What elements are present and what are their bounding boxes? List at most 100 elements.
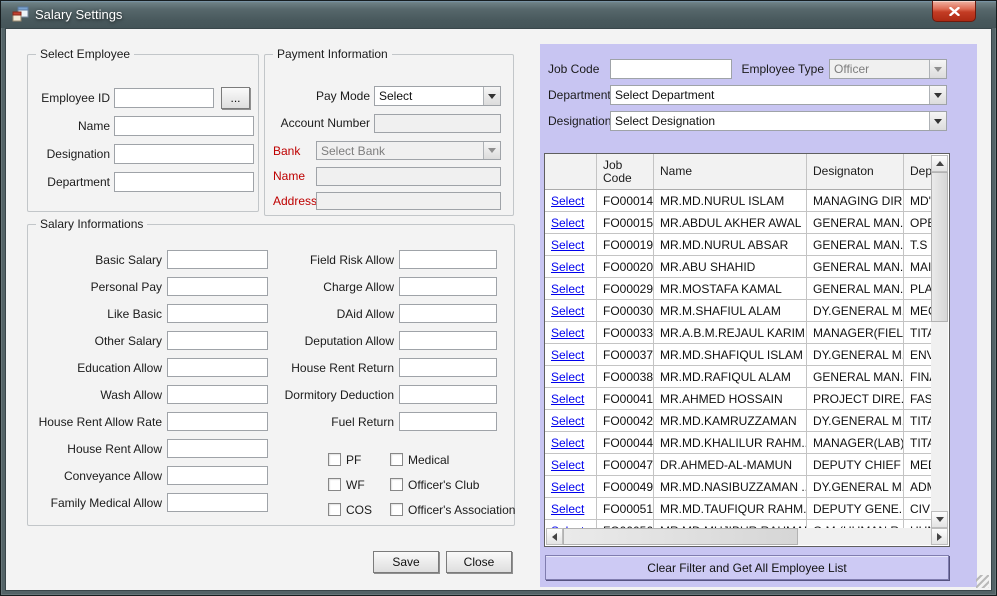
salary-field-input[interactable] — [399, 277, 497, 296]
select-link[interactable]: Select — [551, 414, 584, 428]
salary-field-input[interactable] — [167, 385, 268, 404]
dropdown-button — [929, 60, 946, 78]
bank-label: Bank — [273, 144, 312, 158]
field-label: Charge Allow — [268, 280, 394, 294]
employee-grid: Job Code Name Designaton Depa Select FO0… — [544, 153, 950, 547]
salary-field-input[interactable] — [399, 385, 497, 404]
salary-field-input[interactable] — [399, 304, 497, 323]
name-cell: MR.ABDUL AKHER AWAL — [654, 212, 807, 233]
salary-field-input[interactable] — [167, 331, 268, 350]
header-job-code[interactable]: Job Code — [597, 154, 654, 189]
scroll-right-button[interactable] — [931, 528, 948, 545]
dropdown-button[interactable] — [483, 87, 500, 105]
salary-field-row: Education Allow — [34, 358, 268, 377]
salary-field-input[interactable] — [167, 412, 268, 431]
arrow-left-icon — [552, 533, 557, 541]
header-department[interactable]: Depa — [904, 154, 932, 189]
clear-filter-button[interactable]: Clear Filter and Get All Employee List — [545, 555, 949, 580]
salary-field-input[interactable] — [167, 439, 268, 458]
pay-mode-combo[interactable]: Select — [374, 86, 501, 106]
job-code-cell: FO00047 — [597, 454, 654, 475]
employee-name-input[interactable] — [114, 116, 254, 136]
arrow-up-icon — [936, 161, 944, 166]
salary-field-input[interactable] — [167, 277, 268, 296]
employee-type-label: Employee Type — [736, 62, 824, 76]
department-filter-label: Department — [548, 88, 611, 102]
select-link[interactable]: Select — [551, 216, 584, 230]
checkbox[interactable] — [328, 478, 341, 491]
select-link[interactable]: Select — [551, 436, 584, 450]
name-cell: MR.MD.NURUL ABSAR — [654, 234, 807, 255]
salary-field-input[interactable] — [167, 358, 268, 377]
select-link[interactable]: Select — [551, 502, 584, 516]
select-link[interactable]: Select — [551, 480, 584, 494]
dropdown-button[interactable] — [929, 112, 946, 130]
table-row: Select FO00019 MR.MD.NURUL ABSAR GENERAL… — [545, 234, 932, 256]
salary-field-row: Wash Allow — [34, 385, 268, 404]
checkbox[interactable] — [390, 503, 403, 516]
employee-filter-panel: Job Code Employee Type Officer Departmen… — [540, 44, 977, 587]
select-link[interactable]: Select — [551, 458, 584, 472]
salary-field-input[interactable] — [167, 493, 268, 512]
job-code-cell: FO00051 — [597, 498, 654, 519]
select-link[interactable]: Select — [551, 392, 584, 406]
job-code-cell: FO00041 — [597, 388, 654, 409]
close-form-button[interactable]: Close — [446, 551, 512, 573]
salary-field-input[interactable] — [167, 304, 268, 323]
checkbox[interactable] — [328, 503, 341, 516]
designation-filter-combo[interactable]: Select Designation — [610, 111, 947, 131]
vertical-scrollbar[interactable] — [931, 155, 948, 528]
table-row: Select FO00051 MR.MD.TAUFIQUR RAHM... DE… — [545, 498, 932, 520]
scroll-up-button[interactable] — [931, 155, 948, 172]
title-bar[interactable]: Salary Settings — [1, 1, 996, 28]
salary-field-input[interactable] — [167, 250, 268, 269]
name-cell: DR.AHMED-AL-MAMUN — [654, 454, 807, 475]
close-button[interactable] — [932, 1, 976, 22]
employee-id-input[interactable] — [114, 88, 214, 108]
table-row: Select FO00015 MR.ABDUL AKHER AWAL GENER… — [545, 212, 932, 234]
field-label: Family Medical Allow — [34, 496, 162, 510]
checkbox[interactable] — [390, 478, 403, 491]
browse-employee-button[interactable]: ... — [221, 87, 250, 109]
horizontal-scrollbar[interactable] — [546, 528, 948, 545]
app-window: Salary Settings Select Employee Employee… — [0, 0, 997, 596]
salary-field-input[interactable] — [167, 466, 268, 485]
salary-field-row: Field Risk Allow — [268, 250, 497, 269]
scroll-left-button[interactable] — [546, 528, 563, 545]
checkbox[interactable] — [390, 453, 403, 466]
salary-field-input[interactable] — [399, 358, 497, 377]
chevron-down-icon — [934, 93, 942, 98]
salary-field-input[interactable] — [399, 331, 497, 350]
horizontal-scroll-thumb[interactable] — [563, 528, 798, 545]
resize-grip[interactable] — [976, 575, 989, 588]
save-button[interactable]: Save — [373, 551, 439, 573]
department-filter-combo[interactable]: Select Department — [610, 85, 947, 105]
select-link[interactable]: Select — [551, 282, 584, 296]
header-designation[interactable]: Designaton — [807, 154, 904, 189]
header-name[interactable]: Name — [654, 154, 807, 189]
designation-cell: GENERAL MAN... — [807, 234, 904, 255]
select-link[interactable]: Select — [551, 348, 584, 362]
salary-field-row: Other Salary — [34, 331, 268, 350]
dropdown-button[interactable] — [929, 86, 946, 104]
select-link[interactable]: Select — [551, 260, 584, 274]
select-link[interactable]: Select — [551, 238, 584, 252]
employee-department-input[interactable] — [114, 172, 254, 192]
employee-designation-input[interactable] — [114, 144, 254, 164]
select-link[interactable]: Select — [551, 370, 584, 384]
job-code-input[interactable] — [610, 59, 732, 79]
select-link[interactable]: Select — [551, 194, 584, 208]
salary-field-row: Conveyance Allow — [34, 466, 268, 485]
vertical-scroll-thumb[interactable] — [931, 172, 948, 322]
department-cell: MD'S — [904, 190, 932, 211]
select-link[interactable]: Select — [551, 304, 584, 318]
select-employee-group: Select Employee Employee ID ... Name Des… — [27, 54, 259, 212]
account-number-input — [374, 114, 501, 133]
select-link[interactable]: Select — [551, 326, 584, 340]
checkbox[interactable] — [328, 453, 341, 466]
salary-field-input[interactable] — [399, 412, 497, 431]
scroll-down-button[interactable] — [931, 511, 948, 528]
salary-field-input[interactable] — [399, 250, 497, 269]
salary-field-row: DAid Allow — [268, 304, 497, 323]
designation-label: Designation — [34, 147, 110, 161]
